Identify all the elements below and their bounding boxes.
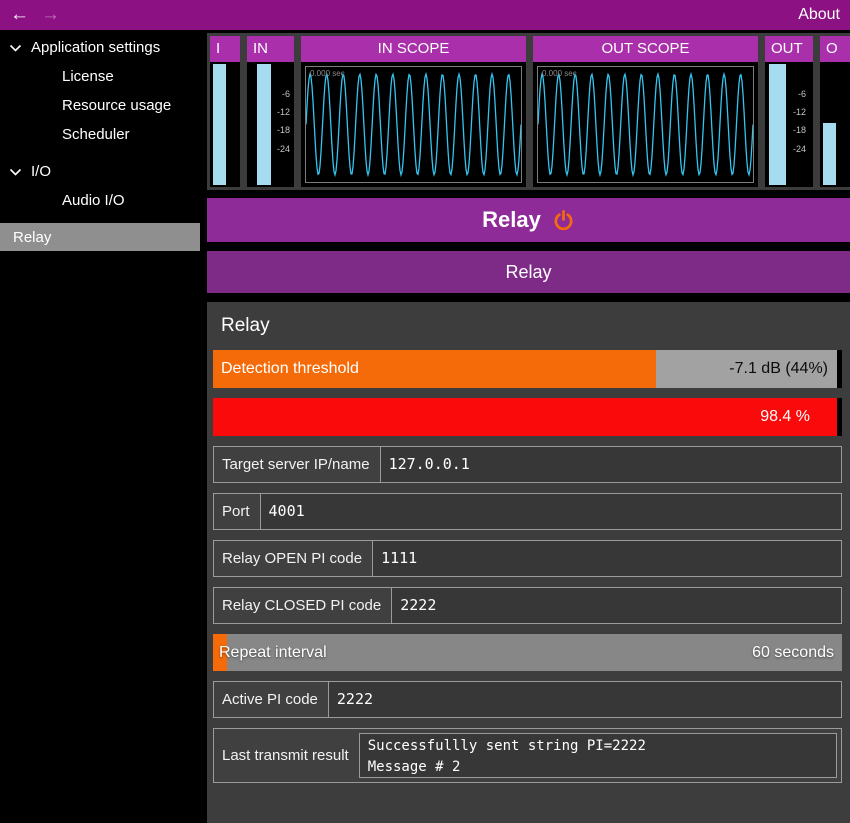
relay-subbar-title: Relay — [505, 262, 551, 283]
scale-label: -18 — [793, 125, 806, 135]
target-server-field-row: Target server IP/name 127.0.0.1 — [213, 446, 842, 483]
meter-header: OUT — [765, 36, 813, 62]
sidebar-item-label: Resource usage — [62, 97, 171, 114]
sidebar-item-label: License — [62, 68, 114, 85]
sidebar-item-label: Relay — [13, 229, 51, 246]
level-fill — [213, 398, 837, 436]
input-left-level-meter: I — [210, 36, 240, 187]
in-level-meter: IN -6 -12 -18 -24 — [247, 36, 294, 187]
panel-title: Relay — [213, 308, 842, 350]
meter-body — [210, 62, 240, 187]
sidebar-item-label: Application settings — [31, 39, 160, 56]
meter-body: -6 -12 -18 -24 — [765, 62, 813, 187]
level-value: 98.4 % — [760, 398, 810, 436]
scale-label: -18 — [277, 125, 290, 135]
sidebar: Application settings License Resource us… — [0, 30, 200, 823]
field-label: Last transmit result — [214, 729, 359, 782]
target-server-input[interactable]: 127.0.0.1 — [380, 447, 841, 482]
meter-body: -6 -12 -18 -24 — [247, 62, 294, 187]
slider-value: 60 seconds — [752, 634, 834, 671]
forward-arrow-button[interactable]: → — [41, 0, 60, 30]
sidebar-item-label: Scheduler — [62, 126, 130, 143]
level-bar — [213, 64, 226, 185]
meter-body — [820, 62, 850, 187]
level-bar — [769, 64, 786, 185]
repeat-interval-slider[interactable]: Repeat interval 60 seconds — [213, 634, 842, 671]
relay-settings-panel: Relay Detection threshold -7.1 dB (44%) … — [207, 302, 850, 823]
level-bar — [257, 64, 271, 185]
scope-body: 0.000 sec — [301, 62, 526, 187]
in-scope: IN SCOPE 0.000 sec — [301, 36, 526, 187]
last-transmit-result-value: Successfullly sent string PI=2222 Messag… — [359, 733, 837, 778]
scale-label: -12 — [277, 107, 290, 117]
scale-label: -12 — [793, 107, 806, 117]
main-area: I IN -6 -12 -18 -24 IN SCOPE 0. — [200, 30, 850, 823]
oscilloscope-screen: 0.000 sec — [537, 66, 754, 183]
signal-level-meter: 98.4 % — [213, 398, 842, 436]
meters-strip: I IN -6 -12 -18 -24 IN SCOPE 0. — [207, 33, 850, 190]
scale-label: -24 — [277, 144, 290, 154]
slider-label: Repeat interval — [219, 634, 327, 671]
sidebar-item-io[interactable]: I/O — [0, 157, 200, 186]
scope-header: IN SCOPE — [301, 36, 526, 62]
relay-subsection-bar[interactable]: Relay — [207, 251, 850, 293]
power-icon[interactable] — [552, 209, 575, 232]
relay-closed-pi-field-row: Relay CLOSED PI code 2222 — [213, 587, 842, 624]
detection-threshold-slider[interactable]: Detection threshold -7.1 dB (44%) — [213, 350, 842, 388]
sidebar-item-label: I/O — [31, 163, 51, 180]
oscilloscope-screen: 0.000 sec — [305, 66, 522, 183]
field-label: Active PI code — [214, 682, 328, 717]
sidebar-item-license[interactable]: License — [0, 62, 200, 91]
scope-wave — [306, 67, 521, 182]
meter-header: IN — [247, 36, 294, 62]
relay-banner-title: Relay — [482, 207, 541, 233]
chevron-down-icon — [9, 168, 22, 176]
field-label: Relay CLOSED PI code — [214, 588, 391, 623]
out-level-meter: OUT -6 -12 -18 -24 — [765, 36, 813, 187]
last-transmit-line2: Message # 2 — [368, 757, 828, 778]
top-bar: ← → About — [0, 0, 850, 30]
relay-open-pi-input[interactable]: 1111 — [372, 541, 841, 576]
relay-closed-pi-input[interactable]: 2222 — [391, 588, 841, 623]
field-label: Port — [214, 494, 260, 529]
active-pi-input[interactable]: 2222 — [328, 682, 841, 717]
port-input[interactable]: 4001 — [260, 494, 841, 529]
relay-section-banner[interactable]: Relay — [207, 198, 850, 242]
field-label: Target server IP/name — [214, 447, 380, 482]
chevron-down-icon — [9, 44, 22, 52]
out-scope: OUT SCOPE 0.000 sec — [533, 36, 758, 187]
output-right-level-meter: O — [820, 36, 850, 187]
sidebar-item-relay[interactable]: Relay — [0, 223, 200, 251]
back-arrow-button[interactable]: ← — [10, 0, 29, 30]
last-transmit-result-row: Last transmit result Successfullly sent … — [213, 728, 842, 783]
active-pi-field-row: Active PI code 2222 — [213, 681, 842, 718]
last-transmit-line1: Successfullly sent string PI=2222 — [368, 736, 828, 757]
relay-open-pi-field-row: Relay OPEN PI code 1111 — [213, 540, 842, 577]
scope-time-label: 0.000 sec — [310, 69, 345, 78]
scale-label: -6 — [282, 89, 290, 99]
sidebar-item-resource-usage[interactable]: Resource usage — [0, 91, 200, 120]
about-link[interactable]: About — [798, 6, 840, 24]
slider-label: Detection threshold — [221, 350, 359, 388]
meter-header: I — [210, 36, 240, 62]
field-label: Relay OPEN PI code — [214, 541, 372, 576]
port-field-row: Port 4001 — [213, 493, 842, 530]
sidebar-item-scheduler[interactable]: Scheduler — [0, 120, 200, 149]
meter-header: O — [820, 36, 850, 62]
slider-value: -7.1 dB (44%) — [729, 350, 828, 388]
sidebar-item-audio-io[interactable]: Audio I/O — [0, 186, 200, 215]
scope-body: 0.000 sec — [533, 62, 758, 187]
level-bar — [823, 123, 836, 186]
scope-time-label: 0.000 sec — [542, 69, 577, 78]
sidebar-item-application-settings[interactable]: Application settings — [0, 33, 200, 62]
scope-header: OUT SCOPE — [533, 36, 758, 62]
scope-wave — [538, 67, 753, 182]
scale-label: -24 — [793, 144, 806, 154]
scale-label: -6 — [798, 89, 806, 99]
sidebar-item-label: Audio I/O — [62, 192, 125, 209]
